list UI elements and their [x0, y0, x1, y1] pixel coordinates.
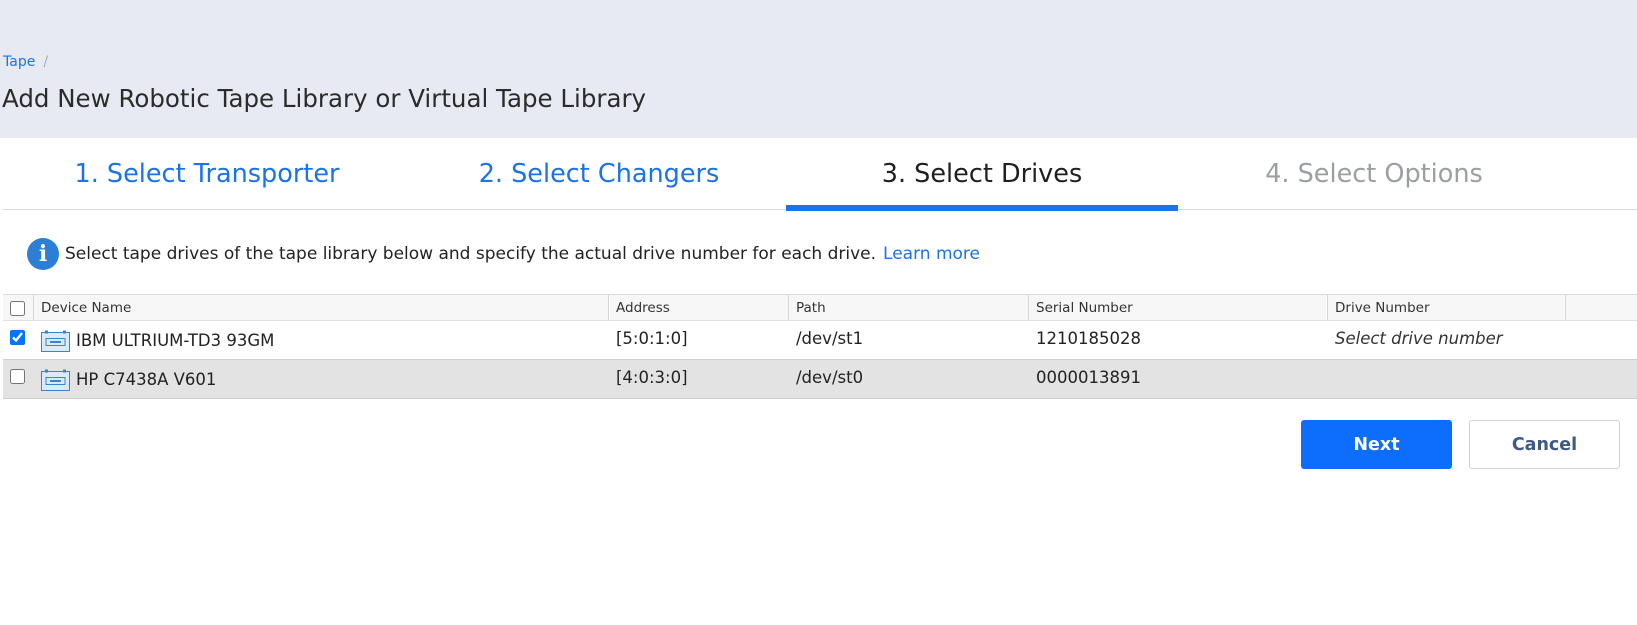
- row-checkbox[interactable]: [10, 330, 25, 345]
- column-path[interactable]: Path: [789, 295, 1029, 321]
- wizard-steps: 1. Select Transporter 2. Select Changers…: [3, 138, 1637, 211]
- learn-more-link[interactable]: Learn more: [883, 244, 980, 264]
- path-cell: /dev/st1: [796, 329, 864, 348]
- page-header: Tape / Add New Robotic Tape Library or Vi…: [0, 0, 1637, 138]
- device-name-cell: HP C7438A V601: [34, 362, 216, 401]
- device-name-cell: IBM ULTRIUM-TD3 93GM: [34, 323, 274, 362]
- wizard-panel: 1. Select Transporter 2. Select Changers…: [3, 138, 1637, 625]
- step-label: 3. Select Drives: [881, 159, 1083, 189]
- address-cell: [5:0:1:0]: [616, 329, 688, 348]
- active-step-indicator: [786, 205, 1178, 211]
- step-label: 1. Select Transporter: [74, 159, 340, 189]
- step-select-changers[interactable]: 2. Select Changers: [395, 138, 803, 210]
- cancel-button[interactable]: Cancel: [1469, 420, 1620, 469]
- column-drive-number[interactable]: Drive Number: [1328, 295, 1566, 321]
- device-name: IBM ULTRIUM-TD3 93GM: [76, 331, 275, 350]
- step-select-drives[interactable]: 3. Select Drives: [786, 138, 1178, 211]
- page-title: Add New Robotic Tape Library or Virtual …: [2, 84, 647, 113]
- breadcrumb-separator: /: [43, 54, 49, 70]
- select-all-column: [3, 295, 34, 321]
- step-label: 2. Select Changers: [478, 159, 720, 189]
- step-select-transporter[interactable]: 1. Select Transporter: [3, 138, 411, 210]
- address-cell: [4:0:3:0]: [616, 368, 688, 387]
- step-select-options: 4. Select Options: [1178, 138, 1570, 210]
- breadcrumb-tape-link[interactable]: Tape: [3, 54, 35, 70]
- next-button[interactable]: Next: [1301, 420, 1452, 469]
- drive-number-select[interactable]: [1328, 360, 1335, 399]
- breadcrumb: Tape /: [3, 54, 48, 70]
- info-message: i Select tape drives of the tape library…: [27, 238, 980, 270]
- step-label: 4. Select Options: [1265, 159, 1483, 189]
- serial-number-cell: 0000013891: [1036, 368, 1141, 387]
- column-serial-number[interactable]: Serial Number: [1029, 295, 1328, 321]
- path-cell: /dev/st0: [796, 368, 864, 387]
- info-text: Select tape drives of the tape library b…: [65, 244, 877, 264]
- table-header: Device Name Address Path Serial Number D…: [3, 294, 1637, 321]
- drives-table: Device Name Address Path Serial Number D…: [3, 294, 1637, 399]
- column-device-name[interactable]: Device Name: [34, 295, 609, 321]
- row-checkbox[interactable]: [10, 369, 25, 384]
- device-name: HP C7438A V601: [76, 370, 217, 389]
- table-row[interactable]: HP C7438A V601 [4:0:3:0] /dev/st0 000001…: [3, 360, 1637, 399]
- select-all-checkbox[interactable]: [10, 300, 25, 316]
- tape-drive-icon: [41, 330, 70, 352]
- tape-drive-icon: [41, 369, 70, 391]
- drive-number-select[interactable]: Select drive number: [1328, 321, 1503, 360]
- column-address[interactable]: Address: [609, 295, 789, 321]
- serial-number-cell: 1210185028: [1036, 329, 1141, 348]
- table-row[interactable]: IBM ULTRIUM-TD3 93GM [5:0:1:0] /dev/st1 …: [3, 321, 1637, 360]
- info-icon: i: [27, 238, 59, 270]
